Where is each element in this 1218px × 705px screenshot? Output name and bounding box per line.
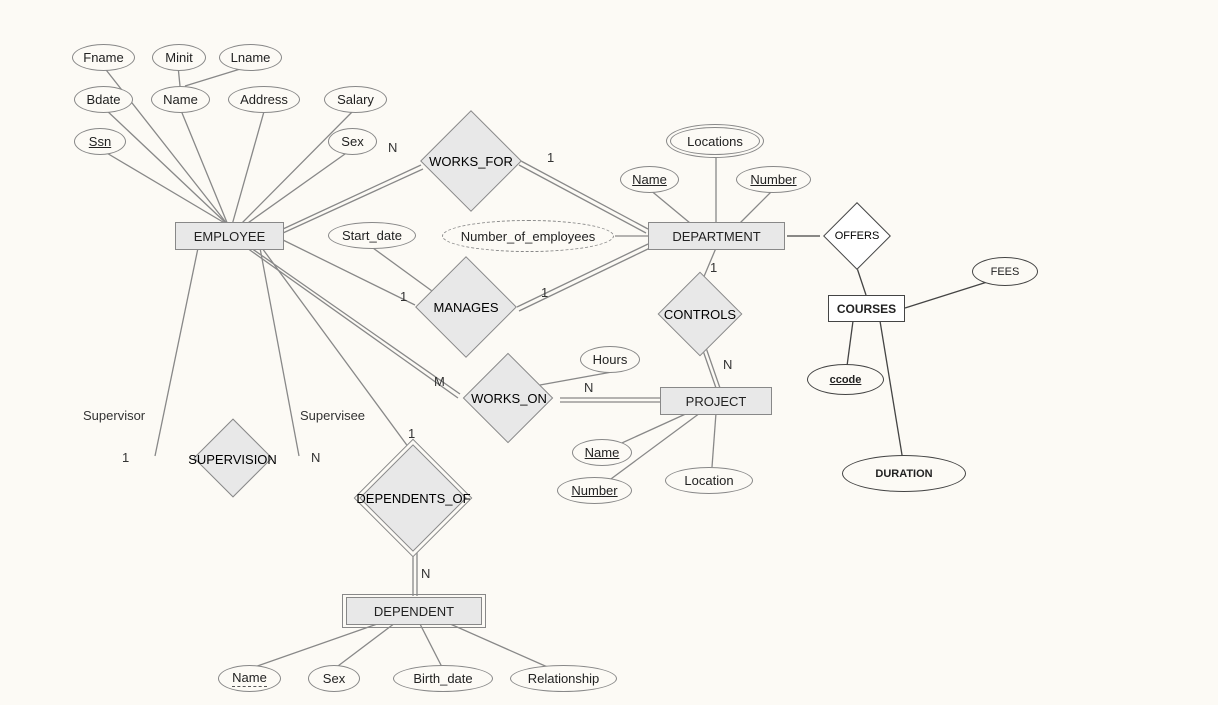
- attr-sex-dep: Sex: [308, 665, 360, 692]
- card-manages-emp: 1: [400, 289, 407, 304]
- card-controls-proj: N: [723, 357, 732, 372]
- relationship-manages: MANAGES: [405, 263, 527, 351]
- attr-start-date: Start_date: [328, 222, 416, 249]
- attr-locations: Locations: [666, 124, 764, 158]
- relationship-offers: OFFERS: [808, 205, 906, 267]
- entity-employee: EMPLOYEE: [175, 222, 284, 250]
- attr-number-proj: Number: [557, 477, 632, 504]
- attr-name-dept: Name: [620, 166, 679, 193]
- card-works-for-dept: 1: [547, 150, 554, 165]
- relationship-works-on: WORKS_ON: [448, 358, 570, 438]
- relationship-dependents-of: DEPENDENTS_OF: [311, 440, 516, 556]
- attr-salary: Salary: [324, 86, 387, 113]
- attr-duration: DURATION: [842, 455, 966, 492]
- card-supervision-supervisor: 1: [122, 450, 129, 465]
- card-controls-dept: 1: [710, 260, 717, 275]
- attr-ccode: ccode: [807, 364, 884, 395]
- entity-project: PROJECT: [660, 387, 772, 415]
- card-works-for-emp: N: [388, 140, 397, 155]
- card-works-on-emp: M: [434, 374, 445, 389]
- attr-fees: FEES: [972, 257, 1038, 286]
- relationship-works-for: WORKS_FOR: [410, 117, 532, 205]
- attr-number-of-employees: Number_of_employees: [442, 220, 614, 252]
- attr-address: Address: [228, 86, 300, 113]
- attr-location-proj: Location: [665, 467, 753, 494]
- attr-fname: Fname: [72, 44, 135, 71]
- attr-hours: Hours: [580, 346, 640, 373]
- entity-dependent: DEPENDENT: [342, 594, 486, 628]
- attr-ssn: Ssn: [74, 128, 126, 155]
- card-works-on-proj: N: [584, 380, 593, 395]
- entity-courses: COURSES: [828, 295, 905, 322]
- attr-relationship: Relationship: [510, 665, 617, 692]
- relationship-supervision: SUPERVISION: [150, 424, 315, 494]
- attr-name-emp: Name: [151, 86, 210, 113]
- attr-sex-emp: Sex: [328, 128, 377, 155]
- attr-birth-date: Birth_date: [393, 665, 493, 692]
- attr-bdate: Bdate: [74, 86, 133, 113]
- attr-number-dept: Number: [736, 166, 811, 193]
- card-manages-dept: 1: [541, 285, 548, 300]
- role-supervisee: Supervisee: [300, 408, 365, 423]
- entity-department: DEPARTMENT: [648, 222, 785, 250]
- er-diagram: Fname Minit Lname Bdate Name Address Sal…: [0, 0, 1218, 705]
- role-supervisor: Supervisor: [83, 408, 145, 423]
- attr-name-dep: Name: [218, 665, 281, 692]
- attr-lname: Lname: [219, 44, 282, 71]
- attr-name-proj: Name: [572, 439, 632, 466]
- attr-minit: Minit: [152, 44, 206, 71]
- relationship-controls: CONTROLS: [644, 275, 756, 353]
- card-dependents-of-emp: 1: [408, 426, 415, 441]
- card-dependents-of-dep: N: [421, 566, 430, 581]
